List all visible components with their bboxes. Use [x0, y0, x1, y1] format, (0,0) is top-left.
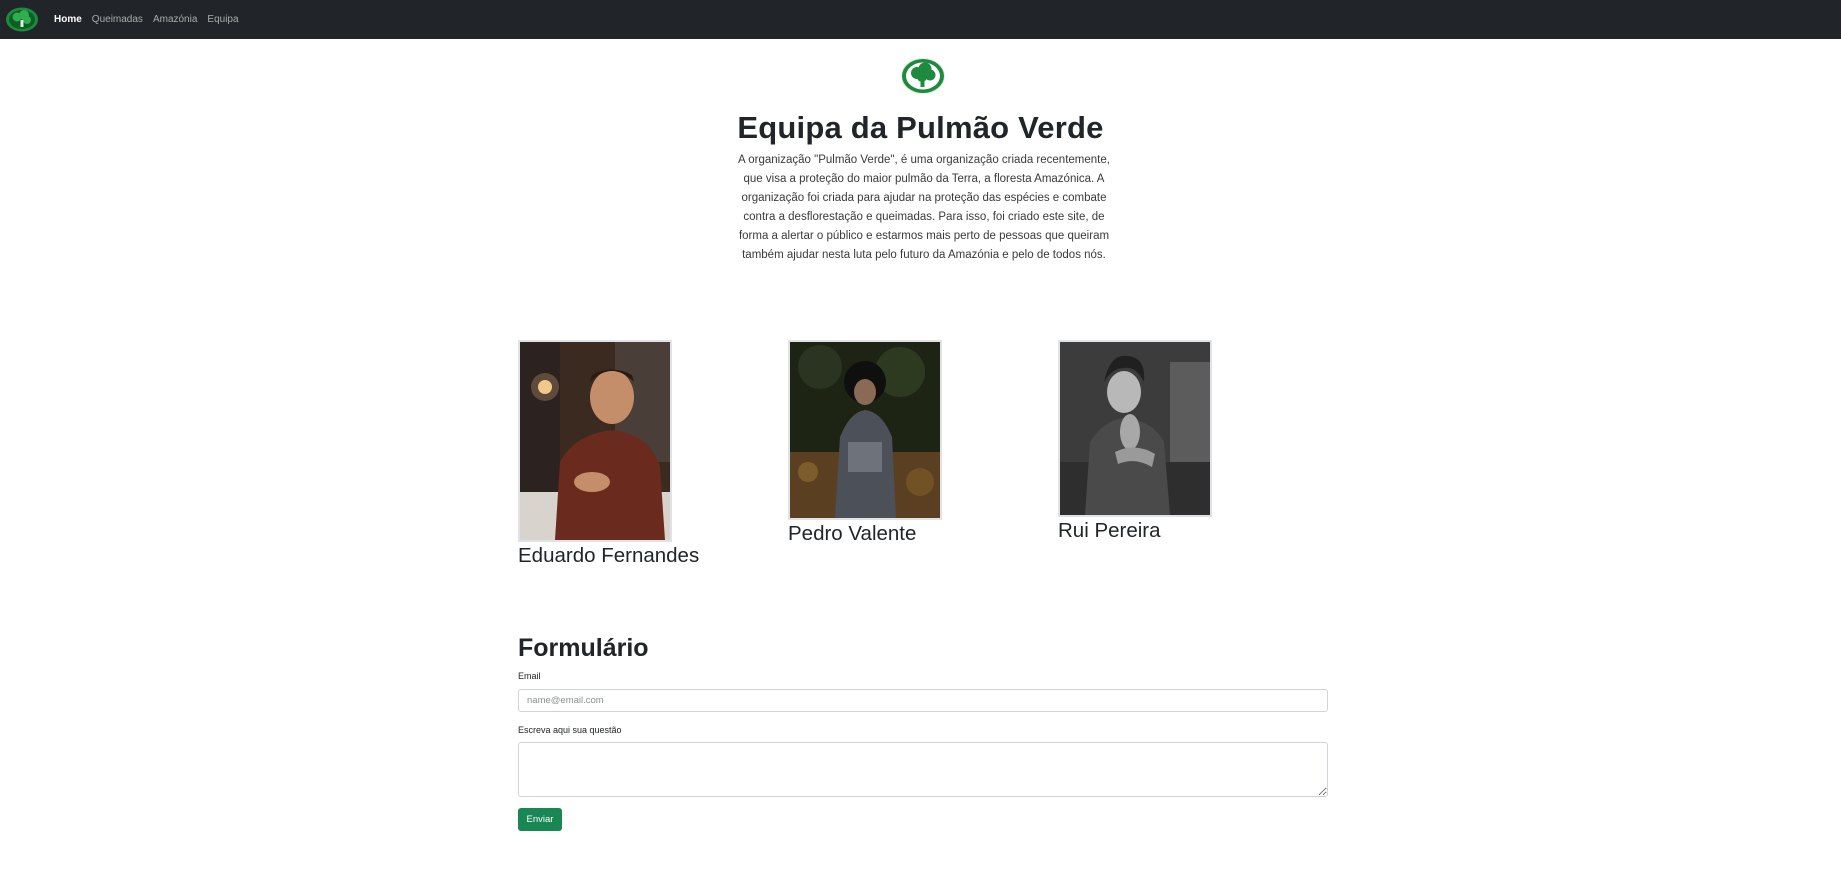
tree-logo-icon[interactable]: [5, 6, 39, 33]
question-textarea[interactable]: [518, 742, 1328, 797]
member-name: Eduardo Fernandes: [518, 544, 700, 567]
member-photo: [788, 340, 942, 520]
submit-button[interactable]: Enviar: [518, 808, 562, 831]
question-label: Escreva aqui sua questão: [518, 725, 622, 735]
navbar: Home Queimadas Amazónia Equipa: [0, 0, 1841, 39]
member-photo: [518, 340, 672, 542]
nav-links: Home Queimadas Amazónia Equipa: [54, 0, 249, 39]
tree-logo-icon: [900, 56, 946, 96]
intro-text: A organização "Pulmão Verde", é uma orga…: [738, 154, 1110, 261]
form-title: Formulário: [518, 634, 649, 662]
nav-link-home[interactable]: Home: [54, 14, 82, 25]
member-photo: [1058, 340, 1212, 517]
page-title: Equipa da Pulmão Verde: [737, 110, 1104, 145]
nav-link-amazonia[interactable]: Amazónia: [153, 14, 197, 25]
member-name: Rui Pereira: [1058, 519, 1161, 542]
team-member-card: Rui Pereira: [1058, 340, 1212, 543]
nav-link-queimadas[interactable]: Queimadas: [92, 14, 143, 25]
email-field[interactable]: [518, 689, 1328, 712]
member-name: Pedro Valente: [788, 522, 917, 545]
email-label: Email: [518, 671, 541, 681]
team-member-card: Pedro Valente: [788, 340, 942, 546]
nav-link-equipa[interactable]: Equipa: [207, 14, 238, 25]
team-member-card: Eduardo Fernandes: [518, 340, 699, 568]
